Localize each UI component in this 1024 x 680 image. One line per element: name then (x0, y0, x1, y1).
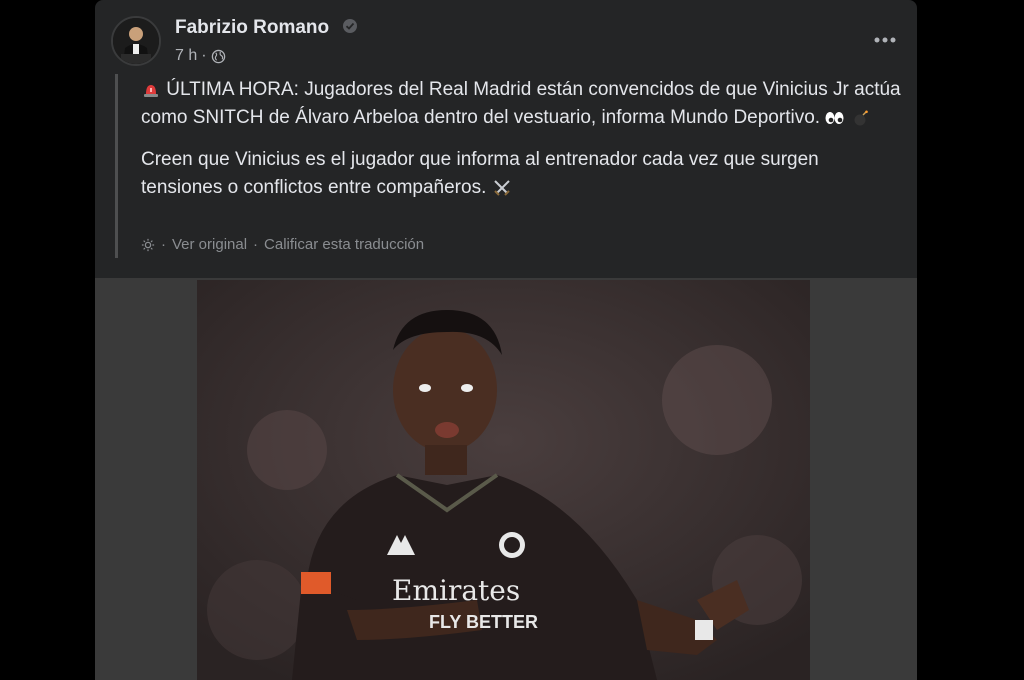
post-meta: 7 h · (175, 47, 226, 65)
verified-badge-icon (343, 19, 357, 33)
paragraph-2: Creen que Vinicius es el jugador que inf… (141, 146, 901, 202)
player-photo-illustration: Emirates FLY BETTER (197, 280, 810, 680)
translation-quote-bar (115, 74, 118, 258)
post-photo[interactable]: Emirates FLY BETTER (197, 280, 810, 680)
crossed-swords-emoji-icon (493, 180, 510, 196)
translation-dot-1: · (161, 236, 166, 253)
post-time[interactable]: 7 h (175, 47, 197, 65)
paragraph-1-text: ÚLTIMA HORA: Jugadores del Real Madrid e… (141, 79, 901, 128)
rate-translation-link[interactable]: Calificar esta traducción (264, 236, 424, 253)
siren-emoji-icon (144, 84, 158, 97)
eyes-emoji-icon (825, 111, 844, 124)
more-options-icon (874, 37, 896, 43)
see-original-link[interactable]: Ver original (172, 236, 247, 253)
translation-footer: · Ver original · Calificar esta traducci… (141, 236, 424, 253)
bomb-emoji-icon (854, 110, 868, 126)
paragraph-1: ÚLTIMA HORA: Jugadores del Real Madrid e… (141, 76, 901, 132)
post-media[interactable]: Emirates FLY BETTER (95, 278, 917, 680)
translation-dot-2: · (253, 236, 259, 253)
kit-sponsor-text: Emirates (392, 574, 520, 607)
post-card: Fabrizio Romano 7 h · ÚLTIMA HORA: Jugad (95, 0, 917, 680)
post-body: ÚLTIMA HORA: Jugadores del Real Madrid e… (141, 76, 901, 216)
kit-sponsor-line2: FLY BETTER (429, 612, 538, 632)
translate-gear-icon (141, 238, 155, 251)
paragraph-2-text: Creen que Vinicius es el jugador que inf… (141, 149, 819, 198)
meta-dot: · (201, 47, 207, 64)
globe-icon (211, 49, 225, 63)
more-options-button[interactable] (873, 28, 897, 52)
author-name[interactable]: Fabrizio Romano (175, 17, 329, 39)
avatar[interactable] (111, 16, 161, 66)
